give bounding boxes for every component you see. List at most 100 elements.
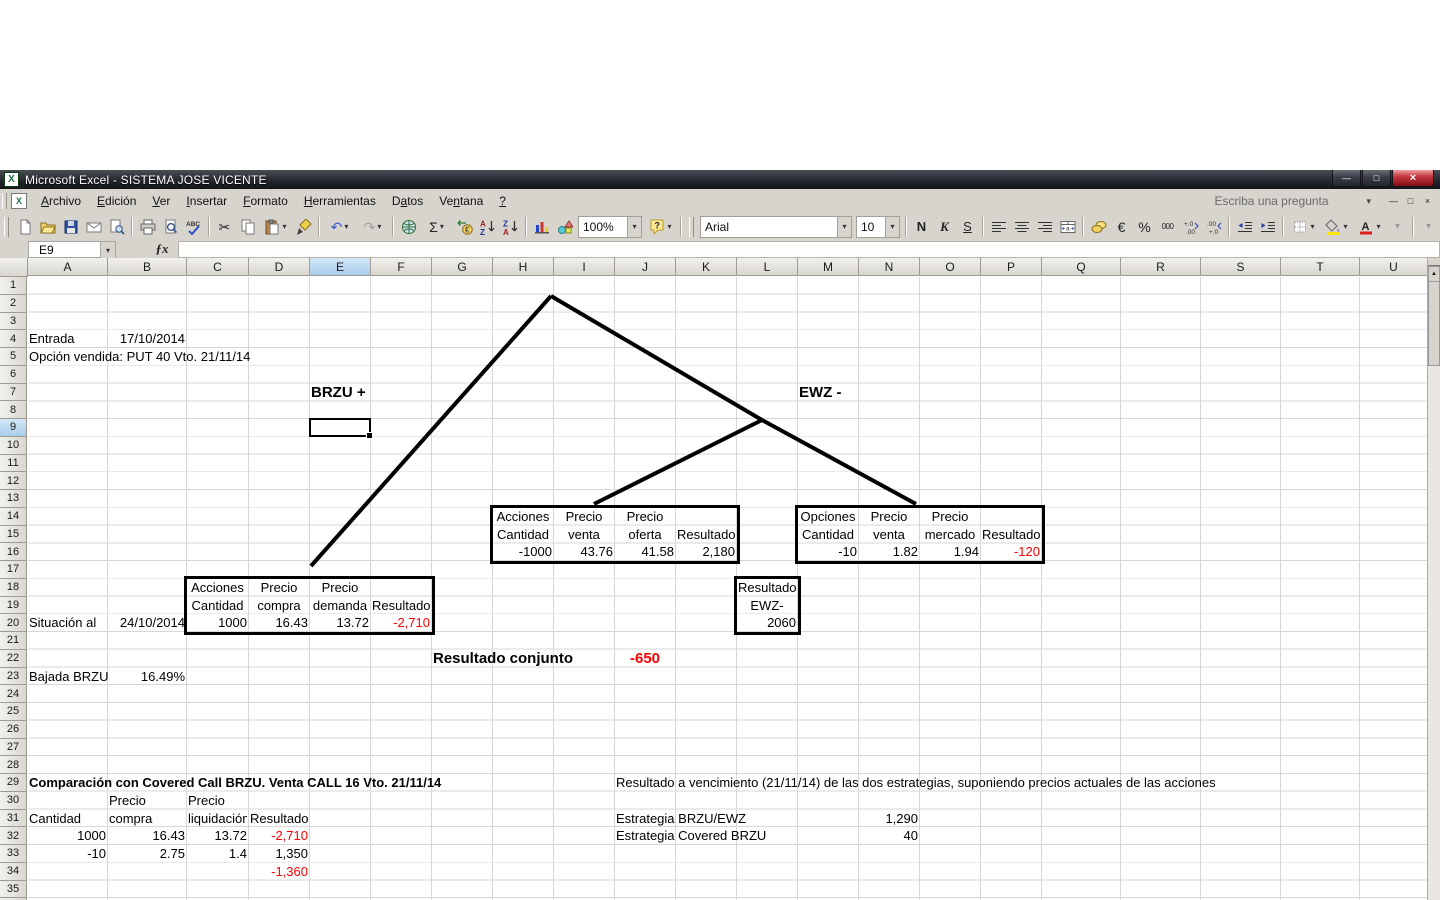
row-header-27[interactable]: 27 [0, 738, 27, 757]
menu-item-0[interactable]: Archivo [33, 191, 89, 211]
column-header-A[interactable]: A [28, 258, 108, 276]
window-restore-button[interactable]: □ [1362, 170, 1391, 187]
row-header-30[interactable]: 30 [0, 791, 27, 810]
save-button[interactable] [59, 215, 82, 239]
row-header-6[interactable]: 6 [0, 365, 27, 384]
cell-A20[interactable]: Situación al [29, 614, 106, 632]
window-close-button[interactable]: × [1392, 170, 1434, 187]
help-dropdown-icon[interactable]: ▾ [667, 222, 671, 231]
row-header-29[interactable]: 29 [0, 774, 27, 792]
cell-A23[interactable]: Bajada BRZU [29, 668, 108, 686]
column-header-E[interactable]: E [310, 258, 371, 276]
row-header-19[interactable]: 19 [0, 596, 27, 615]
row-header-12[interactable]: 12 [0, 472, 27, 490]
increase-decimal-button[interactable] [1179, 215, 1202, 239]
menu-item-1[interactable]: Edición [89, 191, 144, 211]
borders-button[interactable]: ▾ [1287, 215, 1320, 239]
column-header-G[interactable]: G [432, 258, 493, 276]
row-header-25[interactable]: 25 [0, 703, 27, 721]
formula-input[interactable] [178, 241, 1440, 258]
sort-descending-button[interactable] [499, 215, 522, 239]
align-left-button[interactable] [987, 215, 1010, 239]
column-header-I[interactable]: I [554, 258, 615, 276]
cell-E7[interactable]: BRZU + [311, 384, 369, 402]
menu-item-6[interactable]: Datos [384, 191, 431, 211]
row-header-1[interactable]: 1 [0, 277, 27, 295]
copy-button[interactable] [236, 215, 259, 239]
vertical-scrollbar[interactable]: ▲ [1427, 258, 1440, 900]
open-button[interactable] [36, 215, 59, 239]
workbook-restore-button[interactable]: □ [1402, 194, 1419, 209]
row-header-5[interactable]: 5 [0, 348, 27, 366]
autosum-dropdown-icon[interactable]: ▾ [440, 222, 444, 231]
column-header-N[interactable]: N [859, 258, 920, 276]
row-header-24[interactable]: 24 [0, 685, 27, 703]
row-header-20[interactable]: 20 [0, 614, 27, 632]
column-header-R[interactable]: R [1121, 258, 1201, 276]
cell-M7[interactable]: EWZ - [799, 384, 857, 402]
row-header-13[interactable]: 13 [0, 490, 27, 508]
column-header-H[interactable]: H [493, 258, 554, 276]
question-dropdown-icon[interactable]: ▾ [1366, 196, 1371, 207]
row-header-23[interactable]: 23 [0, 667, 27, 686]
column-header-K[interactable]: K [676, 258, 737, 276]
column-header-P[interactable]: P [981, 258, 1042, 276]
row-header-22[interactable]: 22 [0, 649, 27, 668]
cell-J31[interactable]: Estrategia BRZU/EWZ [616, 810, 746, 828]
redo-dropdown-icon[interactable]: ▾ [377, 222, 381, 231]
cell-A5[interactable]: Opción vendida: PUT 40 Vto. 21/11/14 [29, 348, 250, 366]
cell-C31[interactable]: liquidación [188, 810, 247, 828]
print-button[interactable] [136, 215, 159, 239]
row-header-2[interactable]: 2 [0, 294, 27, 313]
insert-hyperlink-button[interactable] [397, 215, 420, 239]
scrollbar-split-box[interactable] [1428, 258, 1440, 266]
fill-color-button[interactable]: ▾ [1320, 215, 1353, 239]
autosum-button[interactable]: Σ ▾ [420, 215, 453, 239]
row-header-9[interactable]: 9 [0, 419, 27, 437]
row-header-34[interactable]: 34 [0, 862, 27, 881]
decrease-indent-button[interactable] [1233, 215, 1256, 239]
percent-style-button[interactable]: % [1133, 215, 1156, 239]
euro-style-button[interactable]: € [1110, 215, 1133, 239]
scrollbar-thumb[interactable] [1428, 281, 1440, 366]
row-header-17[interactable]: 17 [0, 561, 27, 579]
toolbar-options-button[interactable]: ▾ [1386, 215, 1409, 239]
row-header-26[interactable]: 26 [0, 720, 27, 739]
menu-item-8[interactable]: ? [491, 191, 514, 211]
cell-B30[interactable]: Precio [109, 792, 185, 810]
cell-A33[interactable]: -10 [29, 845, 106, 863]
column-header-C[interactable]: C [187, 258, 249, 276]
cell-C32[interactable]: 13.72 [188, 827, 247, 845]
undo-button[interactable]: ↶ ▾ [323, 215, 356, 239]
zoom-combo[interactable]: 100% ▾ [578, 215, 642, 238]
select-all-corner[interactable] [0, 258, 28, 277]
cut-button[interactable]: ✂ [213, 215, 236, 239]
undo-dropdown-icon[interactable]: ▾ [344, 222, 348, 231]
decrease-decimal-button[interactable] [1202, 215, 1225, 239]
scroll-up-button[interactable]: ▲ [1428, 266, 1440, 282]
fill-handle[interactable] [366, 431, 373, 439]
column-header-S[interactable]: S [1201, 258, 1281, 276]
column-header-L[interactable]: L [737, 258, 798, 276]
row-header-3[interactable]: 3 [0, 312, 27, 331]
column-header-D[interactable]: D [249, 258, 310, 276]
align-center-button[interactable] [1010, 215, 1033, 239]
row-header-31[interactable]: 31 [0, 809, 27, 828]
insert-function-button[interactable]: ƒx [150, 240, 174, 257]
cell-C33[interactable]: 1.4 [188, 845, 247, 863]
font-color-dropdown-icon[interactable]: ▾ [1376, 222, 1380, 231]
cell-N32[interactable]: 40 [860, 827, 918, 845]
row-header-33[interactable]: 33 [0, 845, 27, 863]
cell-B4[interactable]: 17/10/2014 [109, 330, 185, 348]
cell-J22[interactable]: -650 [616, 650, 674, 668]
paste-dropdown-icon[interactable]: ▾ [282, 222, 286, 231]
name-box-dropdown-icon[interactable]: ▾ [100, 241, 116, 259]
cell-C30[interactable]: Precio [188, 792, 247, 810]
column-header-Q[interactable]: Q [1042, 258, 1121, 276]
thousands-separator-button[interactable]: 000 [1156, 215, 1179, 239]
font-size-combo[interactable]: 10 ▾ [856, 215, 900, 238]
paste-button[interactable]: ▾ [259, 215, 292, 239]
drawing-button[interactable] [553, 215, 576, 239]
borders-dropdown-icon[interactable]: ▾ [1310, 222, 1314, 231]
spelling-button[interactable] [182, 215, 205, 239]
